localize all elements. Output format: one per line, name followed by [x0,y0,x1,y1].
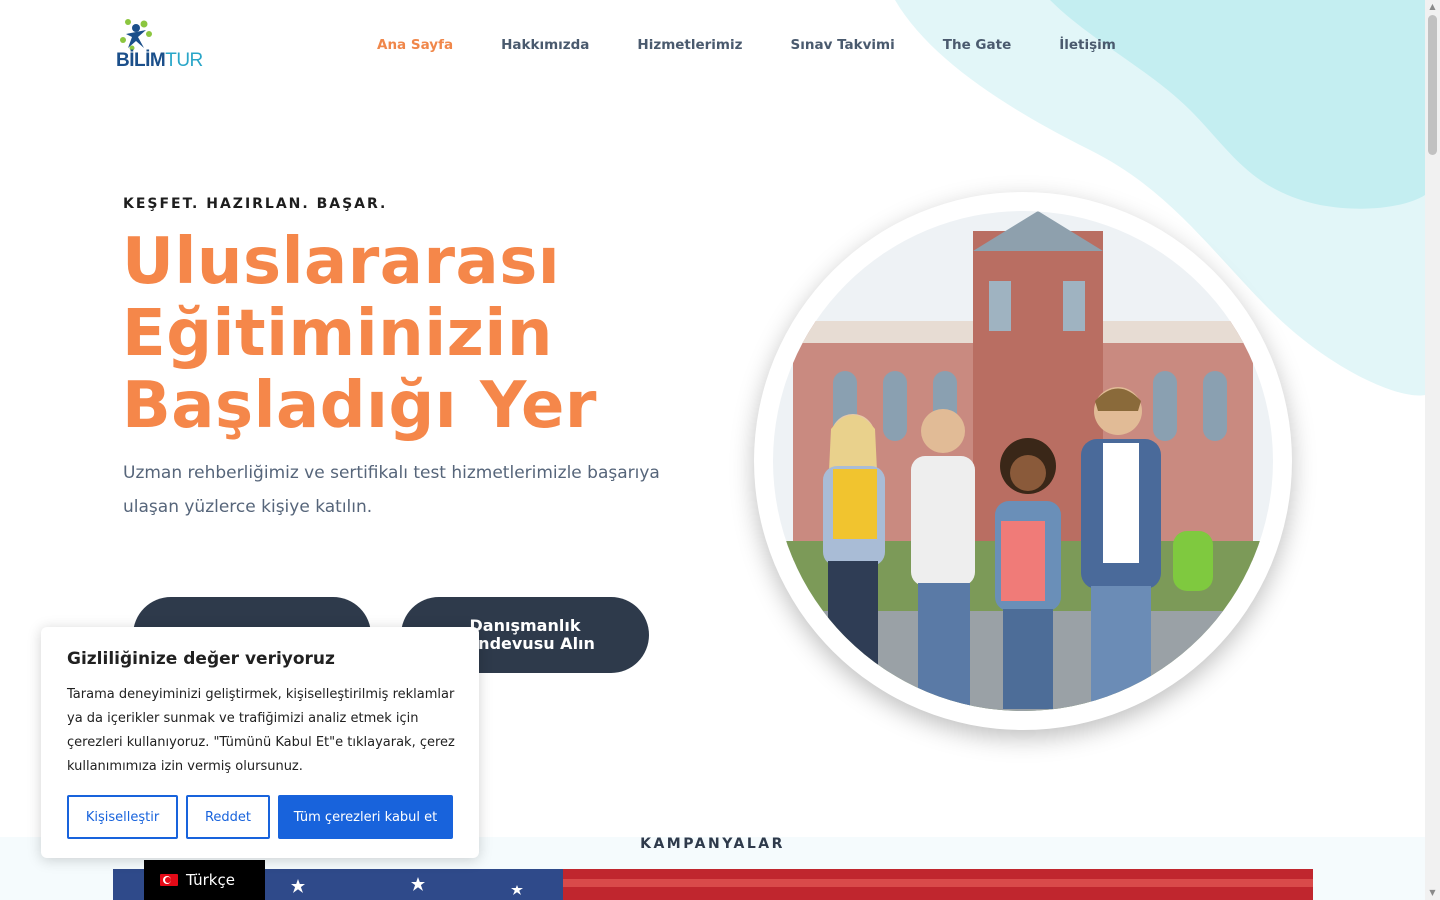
cookie-actions: Kişiselleştir Reddet Tüm çerezleri kabul… [67,795,453,839]
cookie-consent-dialog: Gizliliğinize değer veriyoruz Tarama den… [41,627,479,858]
campaign-banner-image[interactable] [113,869,1313,900]
hero-subtitle: Uzman rehberliğimiz ve sertifikalı test … [123,463,660,517]
main-nav: Ana Sayfa Hakkımızda Hizmetlerimiz Sınav… [377,37,1116,53]
cookie-accept-all-button[interactable]: Tüm çerezleri kabul et [278,795,453,839]
hero-title-line-1: Uluslararası [122,225,561,299]
hero-title: Uluslararası Eğitiminizin Başladığı Yer [122,226,597,442]
nav-item-contact[interactable]: İletişim [1059,37,1116,53]
logo-wordmark: BİLİMTUR [116,50,203,71]
nav-item-exam-calendar[interactable]: Sınav Takvimi [791,37,895,53]
language-selector[interactable]: Türkçe [144,860,265,900]
hero-title-line-2: Eğitiminizin [122,297,553,371]
hero-title-line-3: Başladığı Yer [122,369,597,443]
cookie-reject-button[interactable]: Reddet [186,795,270,839]
nav-item-about[interactable]: Hakkımızda [501,37,589,53]
scrollbar-thumb[interactable] [1428,15,1437,155]
turkey-flag-icon [160,874,178,886]
cookie-title: Gizliliğinize değer veriyoruz [67,649,335,669]
hero-image-frame [754,192,1292,730]
language-label: Türkçe [186,871,235,889]
page-scrollbar[interactable]: ▲ ▼ [1425,0,1440,900]
students-photo [773,211,1273,711]
scroll-down-arrow-icon[interactable]: ▼ [1428,888,1437,898]
hero-kicker: KEŞFET. HAZIRLAN. BAŞAR. [123,196,388,212]
nav-item-the-gate[interactable]: The Gate [943,37,1011,53]
cookie-customize-button[interactable]: Kişiselleştir [67,795,178,839]
scroll-up-arrow-icon[interactable]: ▲ [1428,2,1437,12]
cookie-text: Tarama deneyiminizi geliştirmek, kişisel… [67,687,455,774]
nav-item-services[interactable]: Hizmetlerimiz [637,37,742,53]
nav-item-home[interactable]: Ana Sayfa [377,37,453,53]
logo-figure-icon [120,19,152,51]
site-logo[interactable]: BİLİMTUR [116,18,203,74]
